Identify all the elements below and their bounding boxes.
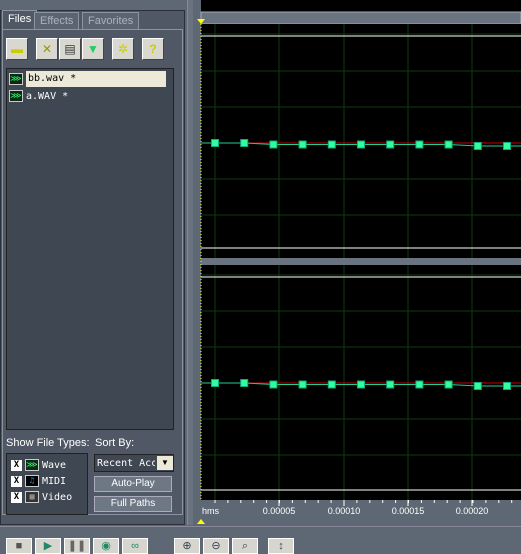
options-icon[interactable]: ✲	[112, 38, 134, 60]
sort-by-label: Sort By:	[95, 437, 135, 449]
sample-point	[357, 140, 365, 149]
list-item[interactable]: ⋙ bb.wav *	[9, 71, 166, 87]
sample-point	[211, 139, 219, 147]
film-icon: ▦	[25, 491, 39, 503]
sample-point	[386, 140, 395, 149]
ruler-label: 0.00005	[263, 506, 296, 516]
ruler-label: 0.00015	[392, 506, 425, 516]
help-icon[interactable]: ?	[142, 38, 164, 60]
tab-effects[interactable]: Effects	[34, 12, 80, 29]
sample-point	[240, 139, 249, 147]
sample-point	[415, 380, 424, 389]
midi-type-checkbox[interactable]: X ♫ MIDI	[11, 473, 66, 489]
insert-multitrack-icon[interactable]: ▤	[59, 38, 81, 60]
video-type-checkbox[interactable]: X ▦ Video	[11, 489, 72, 505]
sample-point	[444, 140, 453, 149]
tab-files[interactable]: Files	[2, 10, 38, 29]
chevron-down-icon[interactable]: ▼	[157, 456, 173, 470]
file-types-box: X ⋙ Wave X ♫ MIDI X ▦ Video	[6, 453, 88, 515]
sample-point	[211, 379, 219, 387]
sample-point	[444, 380, 453, 389]
sample-point	[298, 380, 307, 389]
wave-icon: ⋙	[25, 459, 39, 471]
open-folder-icon[interactable]: ▬	[6, 38, 28, 60]
sample-point	[386, 380, 395, 389]
show-file-types-label: Show File Types:	[6, 437, 90, 449]
overview-range	[200, 11, 521, 25]
sample-point	[357, 380, 365, 389]
tab-favorites[interactable]: Favorites	[82, 12, 140, 29]
file-list: ⋙ bb.wav * ⋙ a.WAV *	[6, 68, 174, 430]
edit-waveform-icon[interactable]: ▼	[82, 38, 104, 60]
sample-point	[269, 380, 278, 389]
sample-point	[327, 380, 336, 389]
ruler-unit: hms	[202, 506, 220, 516]
sample-point	[298, 140, 307, 149]
overview-bar	[201, 0, 521, 12]
sample-point	[415, 140, 424, 149]
sort-by-select[interactable]: Recent Acc ▼	[94, 454, 174, 472]
ruler-label: 0.00020	[456, 506, 489, 516]
ruler-label: 0.00010	[328, 506, 361, 516]
sample-point	[240, 379, 249, 387]
wave-file-icon: ⋙	[9, 73, 23, 85]
channel-divider	[201, 258, 521, 265]
sample-point	[503, 382, 511, 390]
wave-file-icon: ⋙	[9, 90, 23, 102]
sample-point	[327, 140, 336, 149]
sample-point	[473, 382, 482, 390]
wave-type-checkbox[interactable]: X ⋙ Wave	[11, 457, 66, 473]
list-item[interactable]: ⋙ a.WAV *	[9, 88, 68, 104]
waveform-display[interactable]: hms 0.00005 0.00010 0.00015 0.00020	[193, 0, 521, 525]
sample-point	[473, 142, 482, 150]
sample-point	[269, 140, 278, 149]
midi-note-icon: ♫	[25, 475, 39, 487]
auto-play-button[interactable]: Auto-Play	[94, 476, 172, 492]
sample-point	[503, 142, 511, 150]
full-paths-button[interactable]: Full Paths	[94, 496, 172, 512]
close-file-icon[interactable]: ✕	[36, 38, 58, 60]
